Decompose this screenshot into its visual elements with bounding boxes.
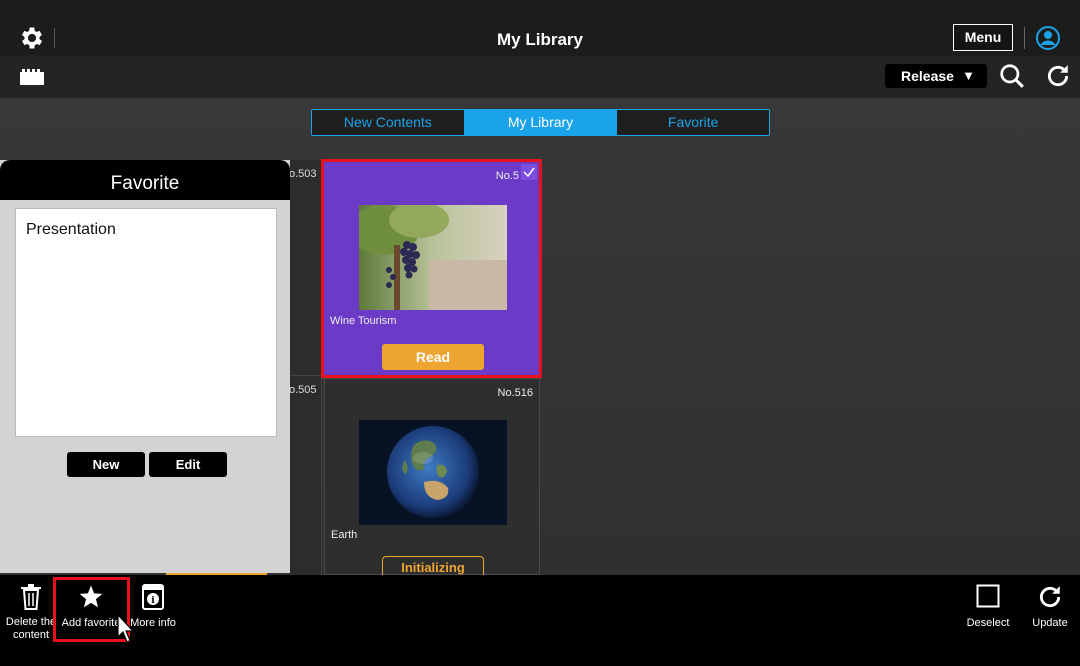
- title-bar: My Library Menu: [0, 0, 1080, 56]
- tab-my-library[interactable]: My Library: [464, 110, 618, 135]
- menu-button[interactable]: Menu: [953, 24, 1013, 51]
- star-icon: [79, 585, 103, 608]
- add-favorite-button[interactable]: Add favorite: [58, 584, 124, 630]
- deselect-label: Deselect: [966, 617, 1010, 629]
- divider: [1024, 27, 1025, 49]
- card-number: No.5: [495, 170, 519, 182]
- trash-icon: [21, 584, 41, 610]
- update-icon: [1040, 586, 1061, 608]
- bottom-action-bar: Delete the content Add favorite i More i…: [0, 575, 1080, 666]
- tab-new-contents[interactable]: New Contents: [312, 110, 465, 135]
- read-button[interactable]: Read: [382, 344, 484, 370]
- favorite-list-item[interactable]: Presentation: [26, 221, 116, 239]
- partial-card-column: o.503 o.505: [289, 160, 322, 575]
- update-button[interactable]: Update: [1024, 584, 1076, 630]
- edit-favorite-button[interactable]: Edit: [149, 452, 227, 477]
- favorite-panel: Favorite Presentation New Edit: [0, 160, 290, 573]
- delete-content-button[interactable]: Delete the content: [2, 584, 60, 642]
- wine-thumbnail: [359, 205, 507, 310]
- add-favorite-label: Add favorite: [61, 617, 121, 629]
- release-dropdown[interactable]: Release ▼: [885, 64, 987, 88]
- deselect-icon: [976, 584, 1000, 608]
- film-icon[interactable]: [20, 69, 44, 85]
- sub-toolbar: Release ▼: [0, 56, 1080, 98]
- delete-label-line2: content: [12, 629, 50, 641]
- earth-thumbnail: [359, 420, 507, 525]
- deselect-button[interactable]: Deselect: [962, 584, 1014, 630]
- new-favorite-button[interactable]: New: [67, 452, 145, 477]
- favorite-panel-title: Favorite: [0, 160, 290, 200]
- card-number: o.505: [289, 384, 317, 396]
- content-card-selected[interactable]: No.5 Wine Tourism Read: [321, 159, 542, 378]
- release-label: Release: [901, 68, 954, 84]
- user-icon[interactable]: [1036, 26, 1060, 50]
- favorite-list: Presentation: [15, 208, 277, 437]
- update-label: Update: [1032, 617, 1068, 629]
- card-title: Earth: [331, 529, 358, 541]
- check-icon: [521, 164, 537, 180]
- delete-label: Delete the: [5, 616, 57, 628]
- search-icon[interactable]: [999, 63, 1025, 89]
- content-card[interactable]: No.516 Earth Initializing: [324, 378, 540, 576]
- card-number: o.503: [289, 168, 317, 180]
- tab-bar: New Contents My Library Favorite: [311, 109, 770, 136]
- refresh-icon[interactable]: [1045, 63, 1071, 89]
- info-icon: i: [142, 584, 164, 610]
- card-number: No.516: [497, 387, 533, 399]
- page-title: My Library: [497, 30, 583, 49]
- card-title: Wine Tourism: [330, 315, 397, 327]
- chevron-down-icon: ▼: [962, 68, 975, 83]
- initializing-button: Initializing: [382, 556, 484, 576]
- svg-text:i: i: [151, 596, 155, 606]
- tab-favorite[interactable]: Favorite: [617, 110, 769, 135]
- cursor-icon: [117, 614, 135, 643]
